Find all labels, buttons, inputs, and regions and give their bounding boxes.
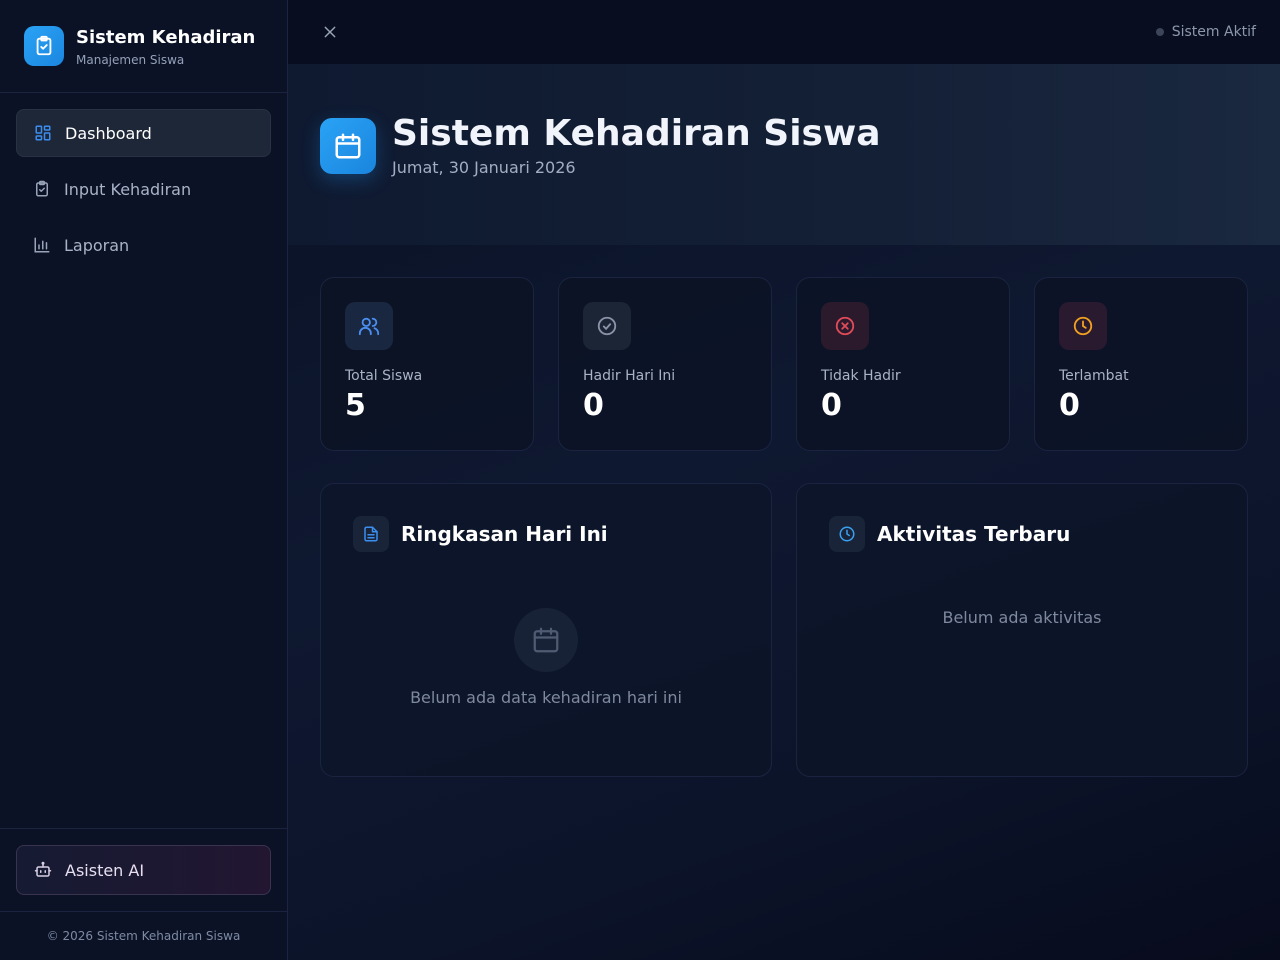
x-circle-icon bbox=[821, 302, 869, 350]
brand-subtitle: Manajemen Siswa bbox=[76, 53, 185, 67]
check-circle-icon bbox=[583, 302, 631, 350]
bar-chart-icon bbox=[32, 235, 52, 255]
panel-aktivitas: Aktivitas Terbaru Belum ada aktivitas bbox=[796, 483, 1248, 777]
clipboard-check-icon bbox=[32, 179, 52, 199]
stat-label: Tidak Hadir bbox=[821, 368, 901, 384]
clipboard-check-icon bbox=[24, 26, 64, 66]
current-date: Jumat, 30 Januari 2026 bbox=[392, 158, 576, 177]
brand-title: Sistem Kehadiran bbox=[76, 27, 256, 48]
ai-assistant-button[interactable]: Asisten AI bbox=[16, 845, 271, 895]
empty-message: Belum ada data kehadiran hari ini bbox=[410, 688, 682, 707]
status-dot bbox=[1155, 28, 1164, 36]
sidebar-item-label: Laporan bbox=[64, 235, 130, 255]
stat-value: 5 bbox=[345, 388, 366, 423]
panel-title: Aktivitas Terbaru bbox=[877, 522, 1071, 546]
empty-message: Belum ada aktivitas bbox=[942, 608, 1102, 627]
panel-ringkasan: Ringkasan Hari Ini Belum ada data kehadi… bbox=[320, 483, 772, 777]
calendar-icon bbox=[320, 118, 376, 174]
users-icon bbox=[345, 302, 393, 350]
topbar: Sistem Aktif bbox=[288, 0, 1280, 64]
stats-row: Total Siswa 5 Hadir Hari Ini 0 Tidak Had… bbox=[288, 245, 1280, 451]
sidebar-bottom: Asisten AI © 2026 Sistem Kehadiran Siswa bbox=[0, 828, 287, 960]
panel-title: Ringkasan Hari Ini bbox=[401, 522, 608, 546]
hero-header: Sistem Kehadiran Siswa Jumat, 30 Januari… bbox=[288, 64, 1280, 245]
copyright: © 2026 Sistem Kehadiran Siswa bbox=[46, 929, 241, 943]
brand: Sistem Kehadiran Manajemen Siswa bbox=[0, 0, 287, 93]
stat-card-total-siswa: Total Siswa 5 bbox=[320, 277, 534, 451]
sidebar-item-input-kehadiran[interactable]: Input Kehadiran bbox=[16, 165, 271, 213]
sidebar-item-label: Input Kehadiran bbox=[64, 179, 192, 199]
empty-state: Belum ada data kehadiran hari ini bbox=[353, 608, 739, 707]
clock-icon bbox=[829, 516, 865, 552]
sidebar: Sistem Kehadiran Manajemen Siswa Dashboa… bbox=[0, 0, 288, 960]
stat-card-terlambat: Terlambat 0 bbox=[1034, 277, 1248, 451]
clock-icon bbox=[1059, 302, 1107, 350]
main-content: Sistem Aktif Sistem Kehadiran Siswa Juma… bbox=[288, 0, 1280, 960]
sidebar-item-laporan[interactable]: Laporan bbox=[16, 221, 271, 269]
stat-label: Terlambat bbox=[1059, 368, 1129, 384]
stat-value: 0 bbox=[821, 388, 842, 423]
page-title: Sistem Kehadiran Siswa bbox=[392, 113, 881, 154]
system-status: Sistem Aktif bbox=[1155, 24, 1256, 40]
status-label: Sistem Aktif bbox=[1171, 24, 1256, 40]
stat-value: 0 bbox=[1059, 388, 1080, 423]
robot-icon bbox=[33, 860, 53, 880]
stat-label: Total Siswa bbox=[345, 368, 423, 384]
stat-label: Hadir Hari Ini bbox=[583, 368, 676, 384]
document-icon bbox=[353, 516, 389, 552]
dashboard-grid-icon bbox=[33, 123, 53, 143]
ai-assistant-label: Asisten AI bbox=[65, 860, 145, 880]
calendar-icon bbox=[514, 608, 578, 672]
sidebar-item-label: Dashboard bbox=[65, 123, 152, 143]
stat-value: 0 bbox=[583, 388, 604, 423]
sidebar-nav: Dashboard Input Kehadiran Laporan bbox=[0, 93, 287, 293]
stat-card-hadir: Hadir Hari Ini 0 bbox=[558, 277, 772, 451]
close-icon bbox=[324, 26, 336, 38]
stat-card-tidak-hadir: Tidak Hadir 0 bbox=[796, 277, 1010, 451]
sidebar-item-dashboard[interactable]: Dashboard bbox=[16, 109, 271, 157]
panels-row: Ringkasan Hari Ini Belum ada data kehadi… bbox=[288, 451, 1280, 777]
close-sidebar-button[interactable] bbox=[320, 22, 340, 42]
